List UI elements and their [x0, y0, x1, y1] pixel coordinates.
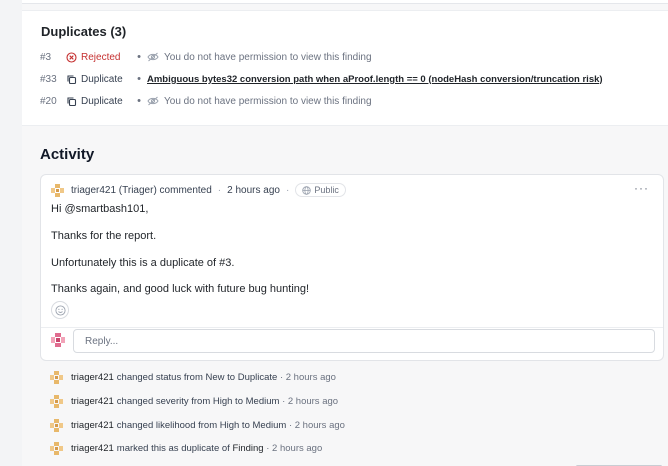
separator-dot: ·	[285, 184, 290, 196]
duplicates-panel: Duplicates (3) #3 Rejected • You do not …	[22, 10, 668, 126]
greeting-punctuation: ,	[145, 203, 149, 215]
finding-number: #33	[40, 73, 57, 85]
comment-author: triager421 (Triager) commented	[71, 184, 212, 196]
permission-text: You do not have permission to view this …	[164, 95, 372, 107]
activity-panel: Activity triager421 (Triager) commented …	[22, 126, 668, 466]
smiley-icon	[54, 304, 66, 316]
status-badge-duplicate: Duplicate	[66, 96, 134, 107]
duplicates-title: Duplicates (3)	[41, 24, 127, 39]
permission-text: You do not have permission to view this …	[164, 51, 372, 63]
avatar	[50, 371, 63, 384]
event-time: · 2 hours ago	[288, 420, 345, 431]
event-time: · 2 hours ago	[266, 443, 323, 454]
avatar	[51, 333, 65, 347]
event-user[interactable]: triager421	[71, 372, 114, 383]
status-badge-duplicate: Duplicate	[66, 74, 134, 85]
copy-icon	[67, 96, 77, 106]
event-action: marked this as duplicate of	[116, 443, 230, 454]
restricted-finding: You do not have permission to view this …	[147, 52, 372, 63]
restricted-finding: You do not have permission to view this …	[147, 96, 372, 107]
status-label: Rejected	[81, 51, 121, 63]
event-user[interactable]: triager421	[71, 443, 114, 454]
avatar	[50, 395, 63, 408]
user-mention[interactable]: @smartbash101	[64, 203, 145, 215]
activity-event: triager421 changed severity from High to…	[50, 395, 338, 408]
copy-icon	[67, 74, 77, 84]
divider	[41, 327, 663, 328]
duplicate-row: #3 Rejected • You do not have permission…	[40, 49, 372, 65]
comment-time: 2 hours ago	[227, 184, 280, 196]
eye-off-icon	[147, 96, 159, 106]
finding-number: #20	[40, 95, 57, 107]
activity-event: triager421 changed status from New to Du…	[50, 371, 336, 384]
comment-card: triager421 (Triager) commented · 2 hours…	[40, 174, 664, 361]
separator-dot: ·	[217, 184, 222, 196]
event-action: changed status from New to Duplicate	[116, 372, 278, 383]
eye-off-icon	[147, 52, 159, 62]
status-label: Duplicate	[81, 95, 123, 107]
comment-greeting: Hi @smartbash101,	[51, 203, 148, 215]
avatar	[50, 442, 63, 455]
activity-title: Activity	[40, 146, 95, 163]
reply-input[interactable]	[73, 329, 655, 353]
activity-event: triager421 changed likelihood from High …	[50, 419, 345, 432]
comment-paragraph: Thanks again, and good luck with future …	[51, 283, 310, 295]
avatar	[51, 183, 64, 197]
separator-dot: •	[137, 73, 141, 85]
event-target-link[interactable]: Finding	[232, 443, 263, 454]
separator-dot: •	[137, 51, 141, 63]
avatar	[50, 419, 63, 432]
finding-number: #3	[40, 51, 52, 63]
finding-link[interactable]: Ambiguous bytes32 conversion path when a…	[147, 74, 603, 85]
duplicate-row: #33 Duplicate • Ambiguous bytes32 conver…	[40, 71, 603, 87]
status-label: Duplicate	[81, 73, 123, 85]
event-user[interactable]: triager421	[71, 420, 114, 431]
add-reaction-button[interactable]	[51, 301, 69, 319]
comment-paragraph: Thanks for the report.	[51, 230, 157, 242]
status-badge-rejected: Rejected	[66, 52, 134, 63]
activity-event: triager421 marked this as duplicate of F…	[50, 442, 322, 455]
left-gutter	[0, 0, 22, 466]
event-time: · 2 hours ago	[282, 396, 339, 407]
globe-icon	[302, 185, 312, 195]
ellipsis-icon[interactable]: ···	[634, 181, 649, 195]
event-time: · 2 hours ago	[279, 372, 336, 383]
greeting-text: Hi	[51, 203, 62, 215]
comment-header: triager421 (Triager) commented · 2 hours…	[51, 183, 346, 197]
x-circle-icon	[66, 51, 77, 63]
visibility-label: Public	[314, 185, 339, 195]
previous-card-edge	[22, 0, 668, 4]
separator-dot: •	[137, 95, 141, 107]
comment-paragraph: Unfortunately this is a duplicate of #3.	[51, 257, 235, 269]
visibility-badge: Public	[295, 183, 346, 197]
event-action: changed likelihood from High to Medium	[116, 420, 287, 431]
event-action: changed severity from High to Medium	[116, 396, 280, 407]
duplicate-row: #20 Duplicate • You do not have permissi…	[40, 93, 372, 109]
event-user[interactable]: triager421	[71, 396, 114, 407]
